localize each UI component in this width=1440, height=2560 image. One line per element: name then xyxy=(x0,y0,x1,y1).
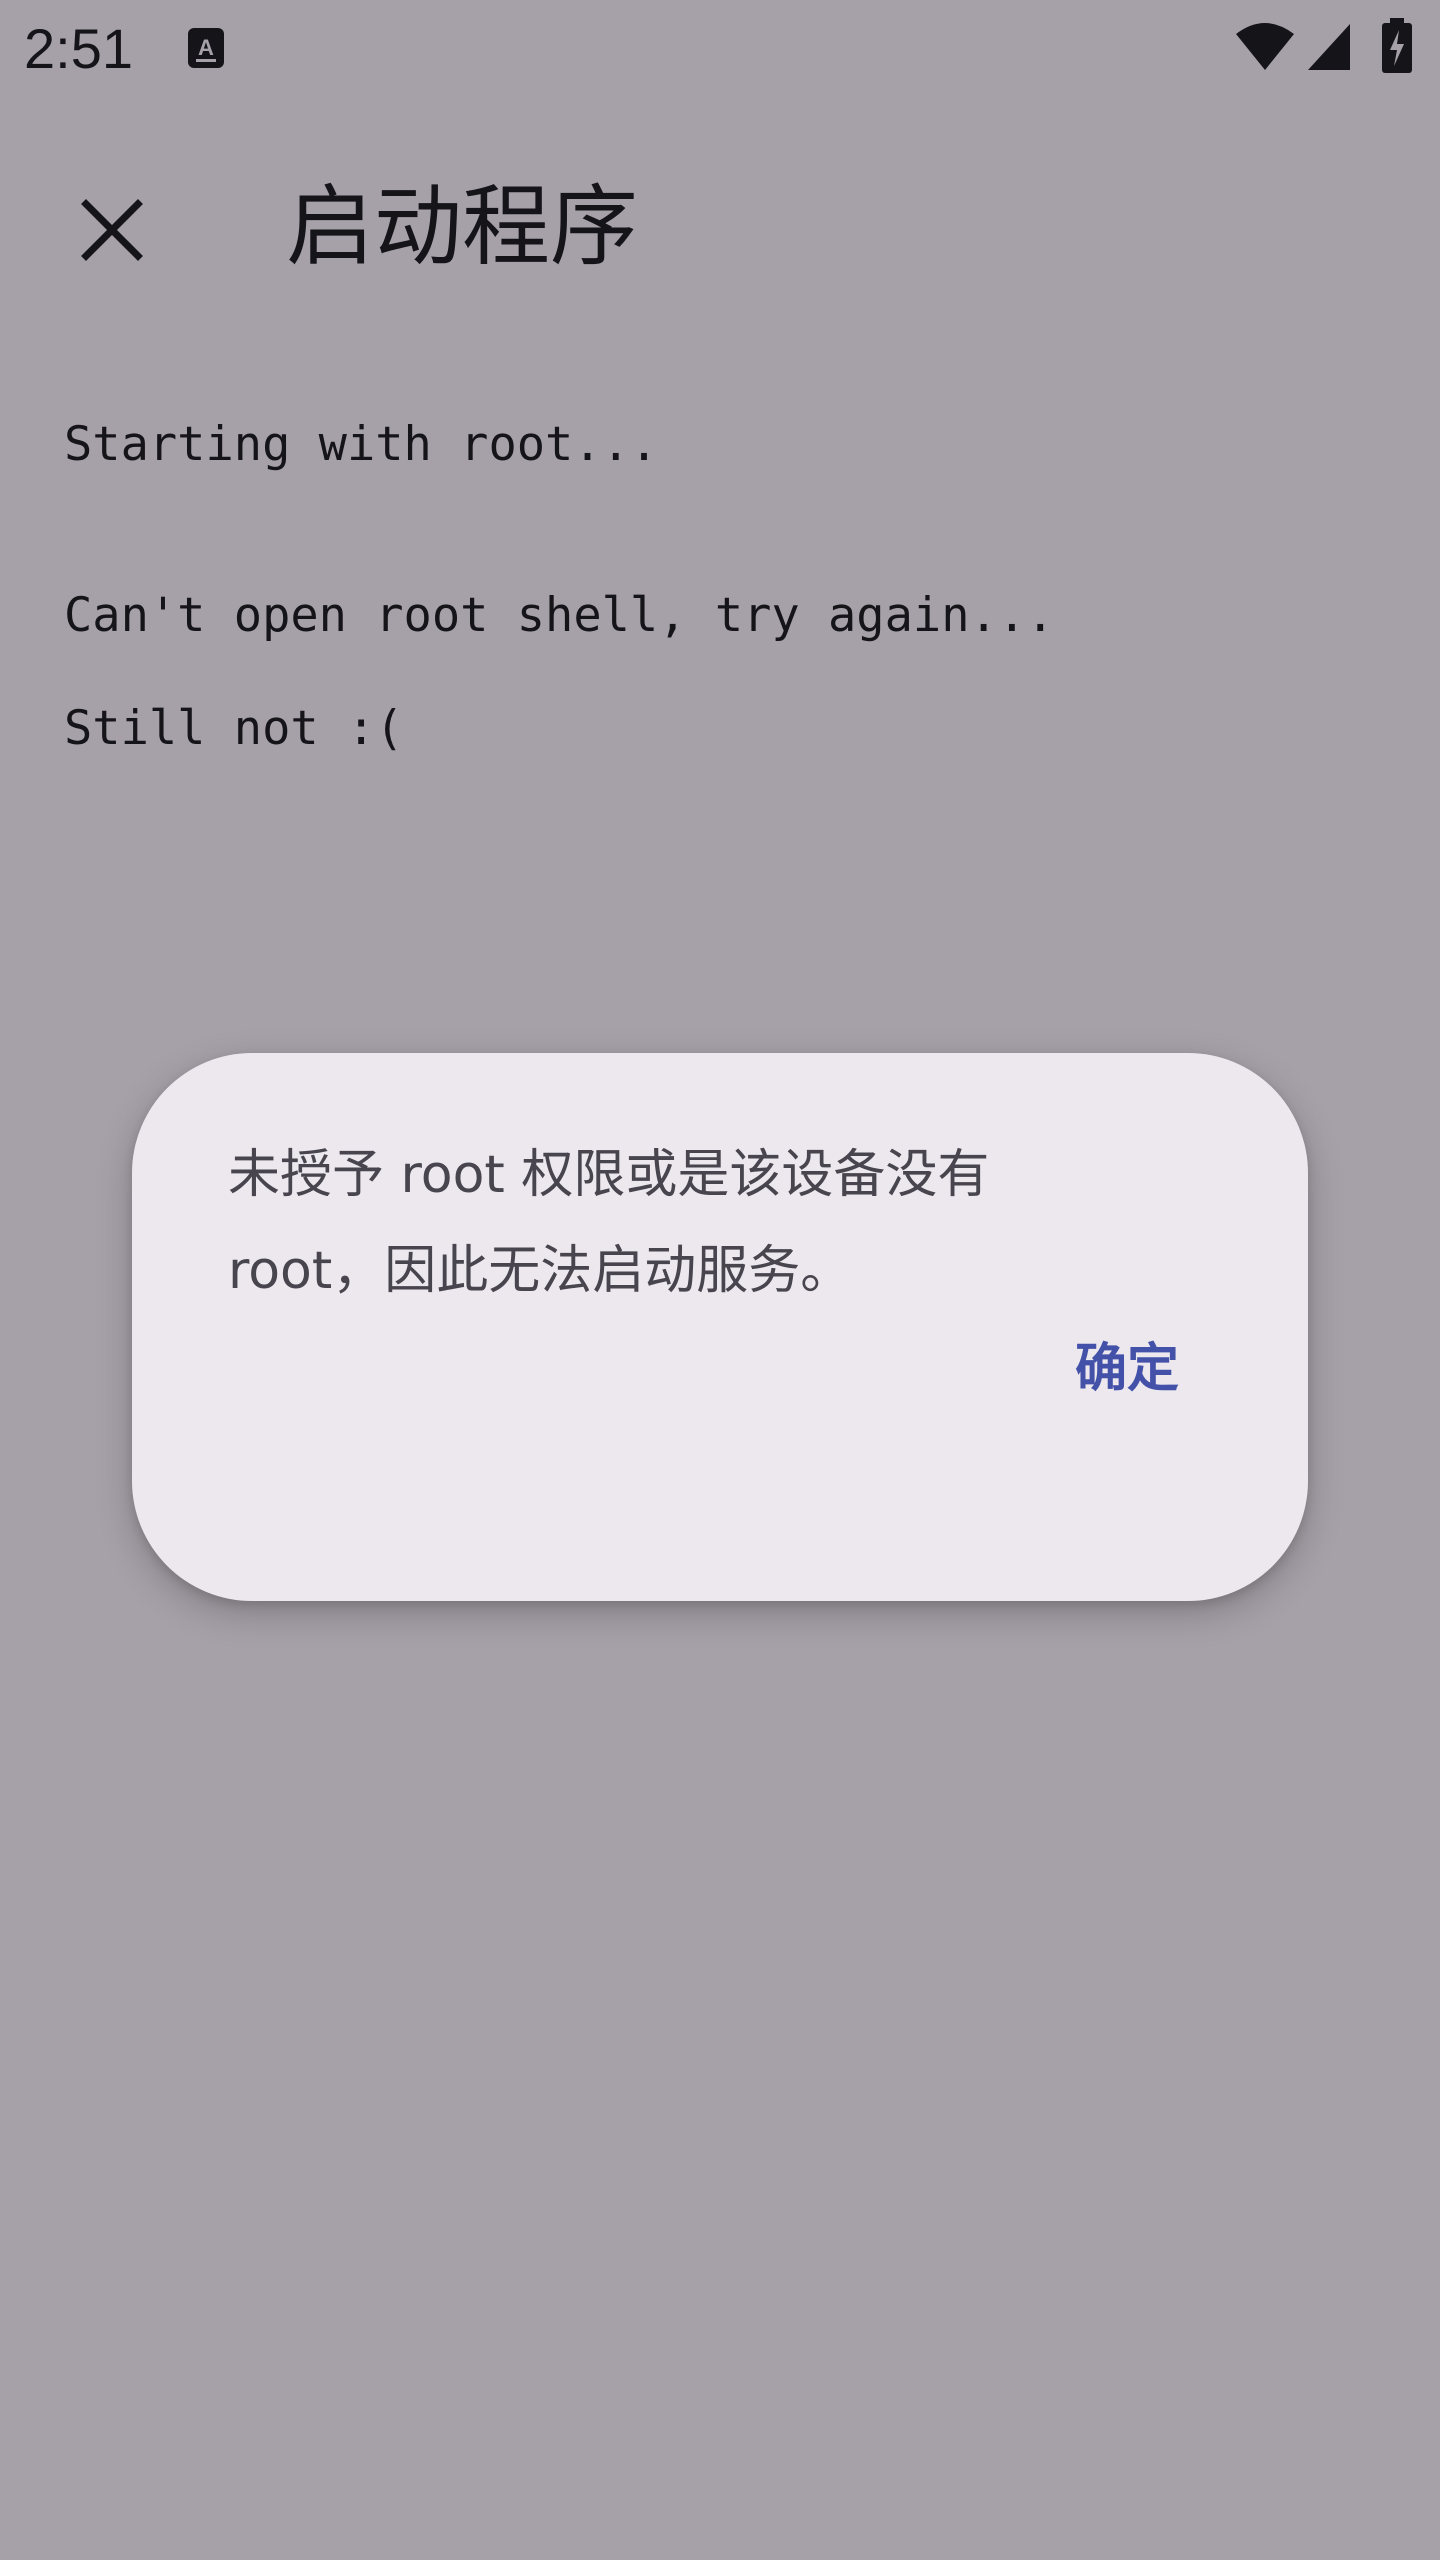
alert-dialog: 未授予 root 权限或是该设备没有 root，因此无法启动服务。 确定 xyxy=(132,1053,1308,1601)
confirm-button[interactable]: 确定 xyxy=(1002,1303,1252,1423)
dialog-message-line: 未授予 root 权限或是该设备没有 xyxy=(228,1145,990,1205)
dialog-message: 未授予 root 权限或是该设备没有 root，因此无法启动服务。 xyxy=(228,1127,1188,1319)
